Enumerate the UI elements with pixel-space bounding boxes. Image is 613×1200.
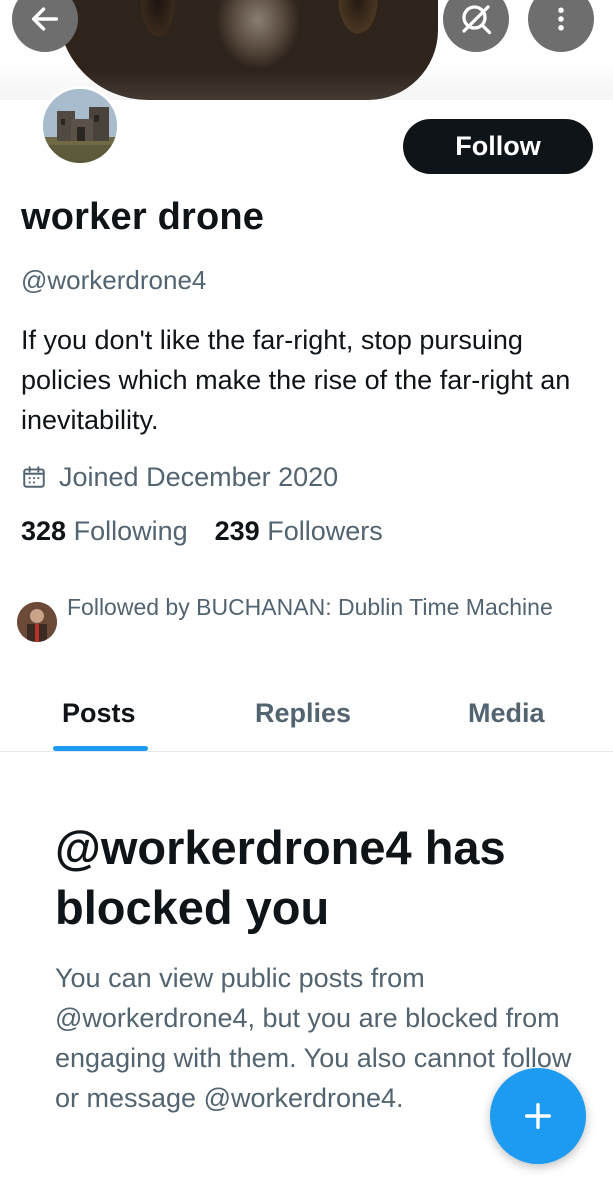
followers-count: 239 xyxy=(214,516,260,546)
tab-media[interactable]: Media xyxy=(468,690,545,752)
following-link[interactable]: 328 Following xyxy=(21,516,188,547)
plus-icon xyxy=(524,1102,552,1130)
follow-counts: 328 Following 239 Followers xyxy=(21,516,383,547)
follower-avatar xyxy=(17,602,57,642)
tab-selected-indicator xyxy=(53,746,148,751)
blocked-title: @workerdrone4 has blocked you xyxy=(55,821,506,934)
tab-replies[interactable]: Replies xyxy=(255,690,351,752)
avatar-image xyxy=(43,89,117,163)
joined-date: Joined December 2020 xyxy=(21,459,338,495)
profile-tabs: Posts Replies Media xyxy=(0,690,613,752)
profile-banner[interactable] xyxy=(0,0,613,100)
back-arrow-icon xyxy=(31,7,59,31)
calendar-icon xyxy=(23,466,45,488)
following-label: Following xyxy=(73,516,188,546)
search-off-icon xyxy=(462,5,492,35)
profile-avatar[interactable] xyxy=(40,86,120,166)
follow-button[interactable]: Follow xyxy=(403,119,593,174)
more-vertical-icon xyxy=(558,7,564,31)
followed-by-text: Followed by BUCHANAN: Dublin Time Machin… xyxy=(67,594,553,620)
followed-by[interactable]: Followed by BUCHANAN: Dublin Time Machin… xyxy=(17,590,577,642)
profile-display-name: worker drone xyxy=(21,196,265,238)
followers-label: Followers xyxy=(267,516,383,546)
compose-button[interactable] xyxy=(490,1068,586,1164)
tab-posts[interactable]: Posts xyxy=(62,690,136,752)
following-count: 328 xyxy=(21,516,67,546)
profile-handle: @workerdrone4 xyxy=(21,265,207,295)
profile-bio: If you don't like the far-right, stop pu… xyxy=(21,325,571,435)
joined-text: Joined December 2020 xyxy=(59,461,339,492)
followers-link[interactable]: 239 Followers xyxy=(215,516,383,547)
